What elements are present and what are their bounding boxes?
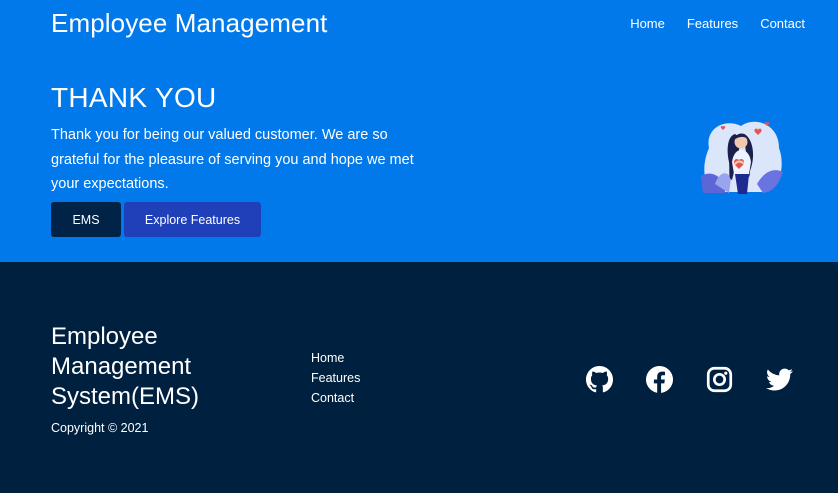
woman-hugging-heart-illustration <box>701 121 783 194</box>
hero-message: Thank you for being our valued customer.… <box>51 127 414 193</box>
footer-home-link[interactable]: Home <box>311 351 360 366</box>
nav-contact-link[interactable]: Contact <box>760 16 805 31</box>
footer-links: Home Features Contact <box>311 351 360 406</box>
nav-features-link[interactable]: Features <box>687 16 738 31</box>
instagram-icon[interactable] <box>706 366 733 393</box>
facebook-icon[interactable] <box>646 366 673 393</box>
ems-button[interactable]: EMS <box>51 202 121 237</box>
brand-title[interactable]: Employee Management <box>51 8 328 39</box>
social-links <box>586 366 793 393</box>
hero-headline: THANK YOU <box>51 82 217 113</box>
hero-section: Employee Management Home Features Contac… <box>0 0 838 262</box>
copyright-text: Copyright © 2021 <box>51 421 149 435</box>
footer-contact-link[interactable]: Contact <box>311 391 360 406</box>
hero-buttons: EMS Explore Features <box>51 202 261 237</box>
footer-title: Employee Management System(EMS) <box>51 323 200 410</box>
explore-features-button[interactable]: Explore Features <box>124 202 261 237</box>
twitter-icon[interactable] <box>766 366 793 393</box>
footer-section: Employee Management System(EMS) Copyrigh… <box>0 262 838 493</box>
footer-features-link[interactable]: Features <box>311 371 360 386</box>
github-icon[interactable] <box>586 366 613 393</box>
top-nav: Home Features Contact <box>630 16 805 31</box>
nav-home-link[interactable]: Home <box>630 16 665 31</box>
